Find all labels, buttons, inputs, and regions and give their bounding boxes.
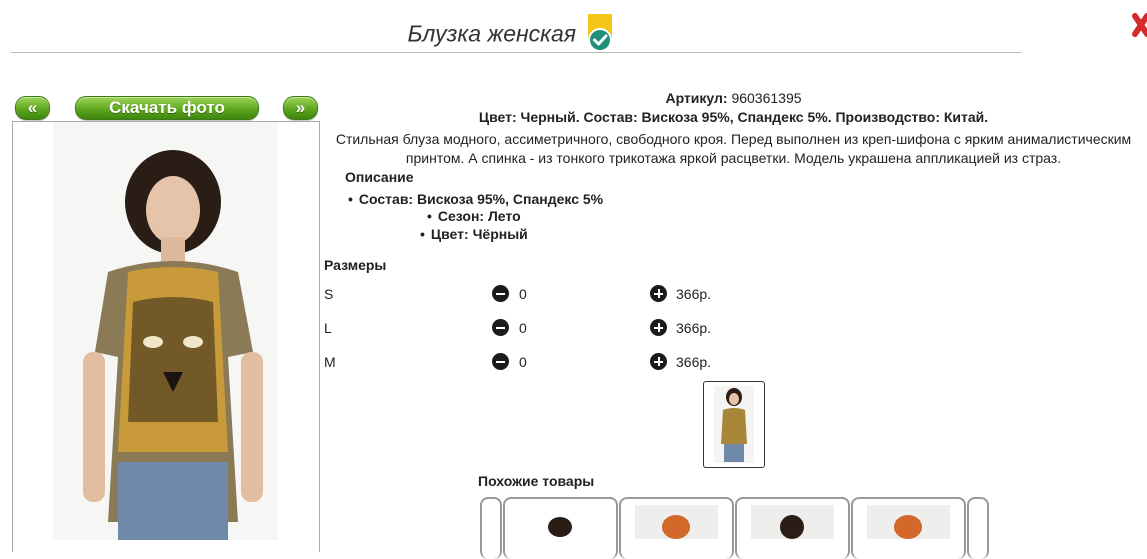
size-label: L	[324, 320, 332, 336]
minus-circle-icon[interactable]	[492, 285, 509, 302]
page-title-row: Блузка женская	[0, 14, 1022, 54]
similar-heading: Похожие товары	[478, 473, 595, 489]
minus-circle-icon[interactable]	[492, 353, 509, 370]
minus-circle-icon[interactable]	[492, 319, 509, 336]
product-photo-frame	[12, 121, 320, 552]
property-item: Цвет: Чёрный	[420, 226, 528, 242]
plus-circle-icon[interactable]	[650, 319, 667, 336]
size-price: 366р.	[676, 320, 712, 336]
similar-item[interactable]	[735, 497, 850, 559]
article-label: Артикул:	[665, 90, 728, 106]
similar-scroll-left[interactable]	[480, 497, 502, 559]
description-line: Стильная блуза модного, ассиметричного, …	[335, 131, 1132, 147]
prev-photo-button[interactable]: «	[15, 96, 50, 120]
size-label: S	[324, 286, 334, 302]
page-title: Блузка женская	[407, 20, 577, 47]
similar-item[interactable]	[851, 497, 966, 559]
product-photo	[53, 122, 278, 540]
size-quantity: 0	[519, 286, 527, 302]
close-icon[interactable]	[1131, 8, 1147, 42]
article-line: Артикул: 960361395	[320, 90, 1147, 106]
product-description: Стильная блуза модного, ассиметричного, …	[320, 130, 1147, 168]
description-line: принтом. А спинка - из тонкого трикотажа…	[405, 150, 1062, 166]
property-item: Сезон: Лето	[427, 208, 521, 224]
sizes-heading: Размеры	[324, 257, 387, 273]
plus-circle-icon[interactable]	[650, 353, 667, 370]
size-price: 366р.	[676, 286, 712, 302]
size-price: 366р.	[676, 354, 712, 370]
header-divider	[11, 52, 1022, 53]
photo-thumbnail[interactable]	[703, 381, 765, 468]
download-photo-button[interactable]: Скачать фото	[75, 96, 259, 120]
similar-scroll-right[interactable]	[967, 497, 989, 559]
article-value: 960361395	[731, 90, 802, 106]
size-quantity: 0	[519, 354, 527, 370]
similar-item[interactable]	[503, 497, 618, 559]
next-photo-button[interactable]: »	[283, 96, 318, 120]
plus-circle-icon[interactable]	[650, 285, 667, 302]
description-heading: Описание	[345, 169, 414, 185]
product-meta: Цвет: Черный. Состав: Вискоза 95%, Спанд…	[478, 109, 989, 125]
property-item: Состав: Вискоза 95%, Спандекс 5%	[348, 191, 603, 207]
size-label: M	[324, 354, 336, 370]
similar-item[interactable]	[619, 497, 734, 559]
size-quantity: 0	[519, 320, 527, 336]
verified-check-icon	[585, 14, 615, 54]
